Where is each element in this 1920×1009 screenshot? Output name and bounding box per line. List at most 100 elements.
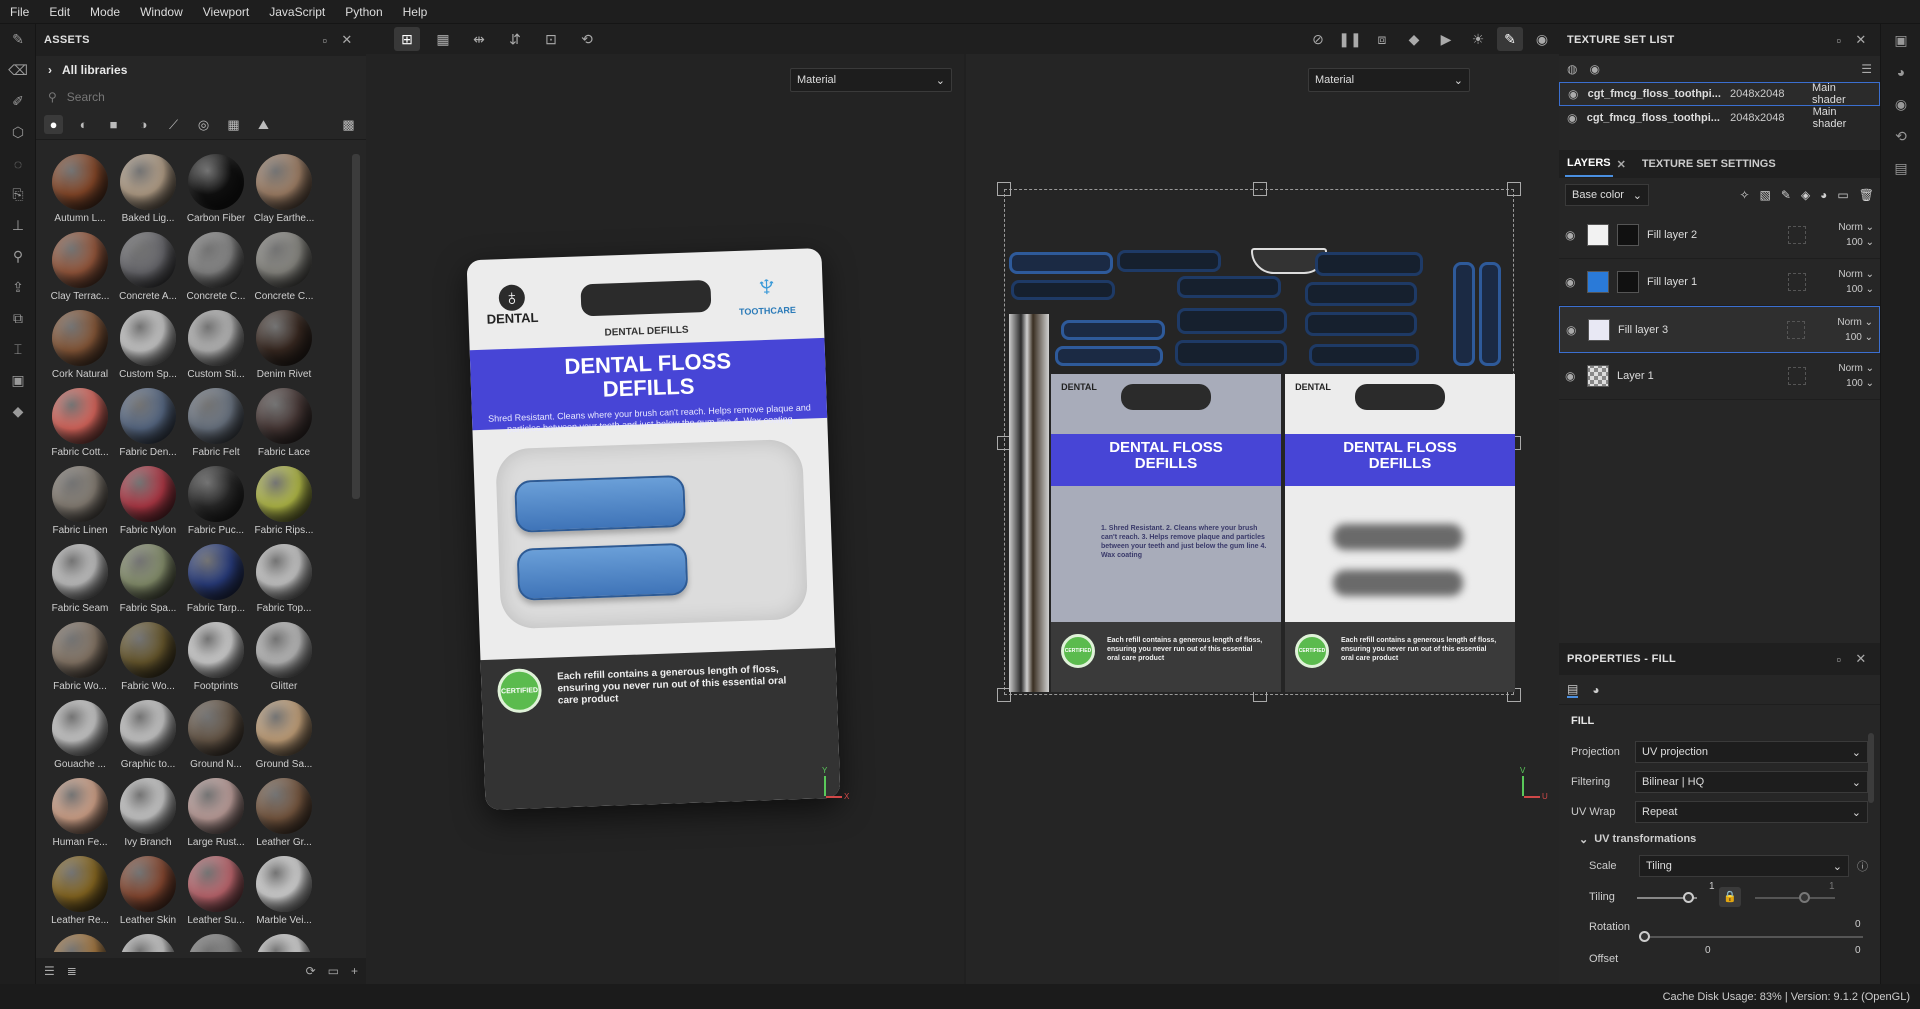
close-icon[interactable]: ✕ [336,32,358,48]
tab-texture-set-settings[interactable]: TEXTURE SET SETTINGS [1640,152,1778,176]
log-icon[interactable]: ▤ [1881,152,1920,184]
material-item[interactable]: Fabric Spa... [114,544,182,616]
material-item[interactable]: Ground N... [182,700,250,772]
measure-icon[interactable]: ⌶ [0,334,36,365]
material-item[interactable] [46,934,114,952]
projection-icon[interactable]: ✐ [0,86,36,117]
material-item[interactable]: Footprints [182,622,250,694]
material-item[interactable]: Denim Rivet [250,310,318,382]
cube-view-icon[interactable]: ◆ [1401,27,1427,51]
material-item[interactable]: Gouache ... [46,700,114,772]
refresh-icon[interactable]: ⟳ [306,964,316,978]
textures-filter-icon[interactable]: ▦ [224,115,243,134]
display-icon[interactable]: ⧈ [1369,27,1395,51]
stamp-icon[interactable]: ⊥ [0,210,36,241]
filtering-dropdown[interactable]: Bilinear | HQ ⌄ [1635,771,1868,793]
smudge-icon[interactable]: ◌ [0,148,36,179]
material-item[interactable]: Fabric Rips... [250,466,318,538]
projection-dropdown[interactable]: UV projection ⌄ [1635,741,1868,763]
material-item[interactable]: Fabric Wo... [114,622,182,694]
menu-help[interactable]: Help [403,5,428,19]
display-settings-icon[interactable]: ◉ [1881,88,1920,120]
layer-row[interactable]: ◉ Fill layer 3 Norm ⌄ 100 ⌄ [1559,306,1880,353]
menu-python[interactable]: Python [345,5,382,19]
channel-dropdown[interactable]: Base color ⌄ [1565,184,1649,206]
bake-icon[interactable]: ⧉ [0,303,36,334]
layer-effect-slot[interactable] [1787,320,1805,339]
visibility-toggle-icon[interactable]: ◍ [1567,62,1577,76]
folder-icon[interactable]: ▭ [328,964,339,978]
menu-window[interactable]: Window [140,5,183,19]
material-item[interactable] [182,934,250,952]
texture-set-icon[interactable]: ▣ [1881,24,1920,56]
material-item[interactable]: Clay Terrac... [46,232,114,304]
masks-filter-icon[interactable]: ■ [104,115,123,134]
layer-blend[interactable]: Norm ⌄ 100 ⌄ [1814,220,1874,250]
3d-viewport[interactable]: Material ⌄ ♁ DENTAL ♆ TOOTHCARE DENTAL D… [366,54,964,1004]
menu-icon[interactable]: ☰ [1861,62,1872,76]
paint-mode-icon[interactable]: ✎ [1497,27,1523,51]
eye-icon[interactable]: ◉ [1566,323,1580,337]
tiling-slider-b[interactable] [1755,897,1835,899]
menu-viewport[interactable]: Viewport [203,5,249,19]
tab-layers[interactable]: LAYERS [1565,151,1613,177]
tiling-slider-b-thumb[interactable] [1799,892,1810,903]
lighting-icon[interactable]: ☀ [1465,27,1491,51]
eye-icon[interactable]: ◉ [1567,111,1581,125]
environment-icon[interactable]: ◕ [1881,56,1920,88]
material-item[interactable]: Fabric Wo... [46,622,114,694]
material-item[interactable]: Fabric Den... [114,388,182,460]
layer-effect-slot[interactable] [1788,273,1806,291]
reset-view-icon[interactable]: ⟲ [574,27,600,51]
material-item[interactable]: Fabric Felt [182,388,250,460]
right-mode-dropdown[interactable]: Material ⌄ [1308,68,1470,92]
eye-icon[interactable]: ◉ [1589,62,1599,76]
transform-handle[interactable] [1507,182,1521,196]
material-item[interactable]: Leather Re... [46,856,114,928]
vertical-symmetry-icon[interactable]: ⇵ [502,27,528,51]
layer-blend[interactable]: Norm ⌄ 100 ⌄ [1814,267,1874,297]
material-item[interactable]: Graphic to... [114,700,182,772]
search-input[interactable]: Search [67,90,105,104]
export-icon[interactable]: ⇪ [0,272,36,303]
undock-icon[interactable]: ▫ [314,33,336,48]
particles-filter-icon[interactable]: ◎ [194,115,213,134]
eye-icon[interactable]: ◉ [1565,275,1579,289]
transform-handle[interactable] [1253,182,1267,196]
material-item[interactable]: Large Rust... [182,778,250,850]
properties-scrollbar[interactable] [1868,733,1874,803]
eye-icon[interactable]: ◉ [1565,228,1579,242]
transform-handle[interactable] [997,182,1011,196]
menu-javascript[interactable]: JavaScript [269,5,325,19]
material-item[interactable]: Leather Su... [182,856,250,928]
layer-effect-slot[interactable] [1788,367,1806,385]
material-item[interactable]: Fabric Cott... [46,388,114,460]
undock-icon[interactable]: ▫ [1828,652,1850,667]
add-fill-layer-icon[interactable]: ◈ [1801,188,1810,202]
material-item[interactable]: Cork Natural [46,310,114,382]
assets-scrollbar[interactable] [352,154,360,499]
material-item[interactable]: Concrete C... [250,232,318,304]
material-item[interactable]: Autumn L... [46,154,114,226]
rotation-slider-thumb[interactable] [1639,931,1650,942]
pause-icon[interactable]: ❚❚ [1337,27,1363,51]
material-item[interactable]: Concrete A... [114,232,182,304]
symmetry-icon[interactable]: ⇹ [466,27,492,51]
tiling-slider-a-thumb[interactable] [1683,892,1694,903]
environment-filter-icon[interactable]: ⛰ [254,115,273,134]
material-item[interactable]: Fabric Top... [250,544,318,616]
undock-icon[interactable]: ▫ [1828,33,1850,48]
fill-settings-tab-icon[interactable]: ▤ [1567,682,1579,698]
add-icon[interactable]: + [351,964,358,978]
eraser-icon[interactable]: ⌫ [0,55,36,86]
2d-uv-viewport[interactable]: Material ⌄ DENTAL DENTAL FLOSS DEFILLS 1… [966,54,1559,1004]
picker-icon[interactable]: ⚲ [0,241,36,272]
material-item[interactable]: Custom Sti... [182,310,250,382]
material-item[interactable]: Custom Sp... [114,310,182,382]
material-item[interactable]: Glitter [250,622,318,694]
list-view-icon[interactable]: ☰ [44,964,55,978]
library-selector[interactable]: › All libraries [36,56,366,84]
material-item[interactable]: Baked Lig... [114,154,182,226]
sort-icon[interactable]: ≣ [67,964,77,978]
lock-icon[interactable]: 🔒 [1719,887,1741,907]
